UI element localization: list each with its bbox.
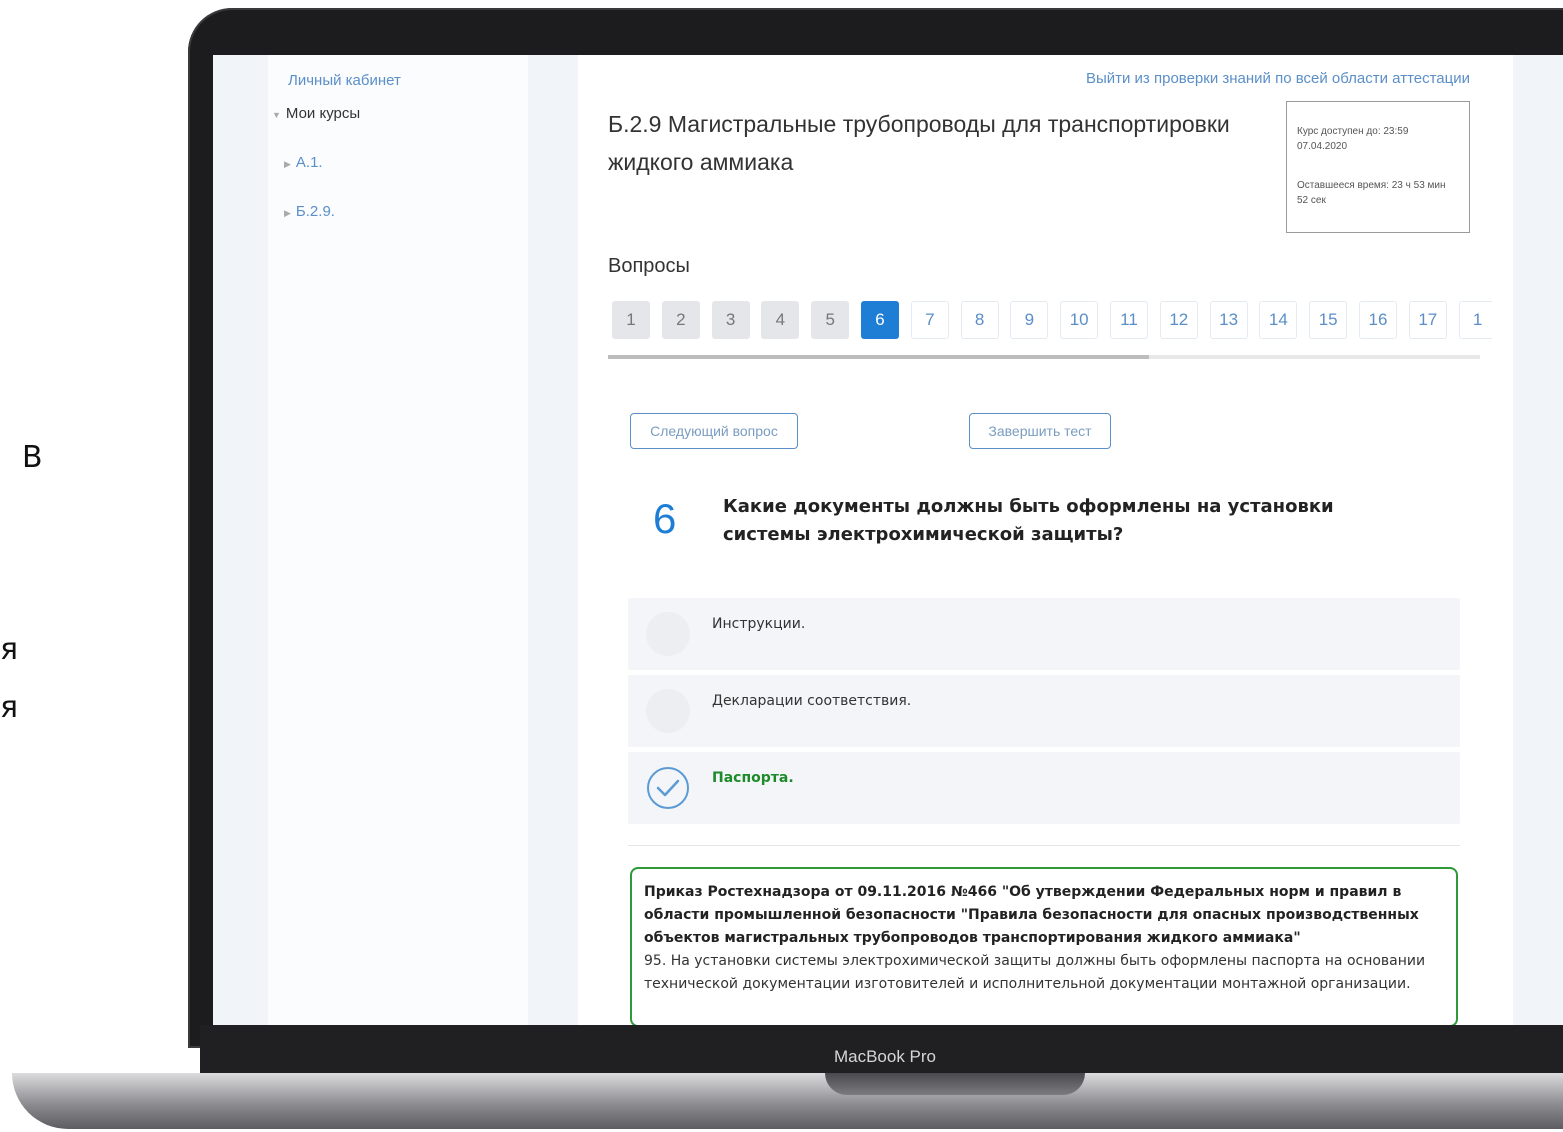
question-nav-button[interactable]: 13 — [1209, 301, 1248, 339]
divider — [628, 845, 1460, 846]
side-fragment-1: В — [22, 440, 43, 475]
laptop-notch — [825, 1073, 1085, 1095]
answer-option[interactable]: Инструкции. — [628, 598, 1460, 670]
caret-down-icon: ▼ — [272, 110, 281, 120]
side-fragment-3: я — [0, 690, 19, 725]
question-nav-button[interactable]: 16 — [1359, 301, 1397, 339]
sidebar-course-label: А.1. — [295, 154, 323, 171]
laptop-base — [12, 1073, 1563, 1129]
my-courses-label: Мои курсы — [285, 105, 361, 122]
question-nav-button[interactable]: 6 — [861, 301, 899, 339]
laptop-screen: Личный кабинет ▼ Мои курсы ▶ А.1. ▶ Б.2.9. … — [213, 55, 1563, 1025]
question-nav-button[interactable]: 4 — [761, 301, 800, 339]
sidebar-course-b29[interactable]: ▶ Б.2.9. — [284, 203, 335, 220]
main-panel: Выйти из проверки знаний по всей области… — [578, 55, 1513, 1025]
time-left: Оставшееся время: 23 ч 53 мин 52 сек — [1297, 180, 1446, 206]
question-progress-fill — [608, 355, 1149, 359]
question-nav-button[interactable]: 5 — [811, 301, 850, 339]
answer-option[interactable]: Декларации соответствия. — [628, 675, 1460, 747]
reference-body: 95. На установки системы электрохимическ… — [644, 953, 1426, 992]
laptop-chin: MacBook Pro — [200, 1025, 1563, 1075]
device-label: MacBook Pro — [833, 1047, 937, 1066]
answer-option-correct[interactable]: Паспорта. — [628, 752, 1460, 824]
side-fragment-2: я — [0, 632, 19, 667]
caret-right-icon: ▶ — [284, 159, 291, 169]
radio-circle-icon — [646, 689, 690, 733]
check-circle-icon — [647, 767, 689, 809]
question-text: Какие документы должны быть оформлены на… — [723, 496, 1334, 545]
question-nav-button[interactable]: 3 — [711, 301, 750, 339]
question-nav-button[interactable]: 10 — [1060, 301, 1099, 339]
answer-text: Паспорта. — [712, 770, 794, 786]
available-until: Курс доступен до: 23:59 07.04.2020 — [1297, 126, 1409, 152]
question-nav-button[interactable]: 1 — [612, 301, 650, 339]
course-title: Б.2.9 Магистральные трубопроводы для тра… — [608, 111, 1230, 175]
question-number: 6 — [653, 495, 677, 542]
timer-box: Курс доступен до: 23:59 07.04.2020 Остав… — [1286, 101, 1470, 233]
radio-circle-icon — [646, 612, 690, 656]
sidebar-course-a1[interactable]: ▶ А.1. — [284, 154, 323, 171]
question-nav-button[interactable]: 2 — [661, 301, 700, 339]
my-courses-toggle[interactable]: ▼ Мои курсы — [272, 105, 360, 122]
reference-title: Приказ Ростехнадзора от 09.11.2016 №466 … — [644, 884, 1419, 946]
question-nav-button[interactable]: 17 — [1408, 301, 1447, 339]
sidebar: Личный кабинет ▼ Мои курсы ▶ А.1. ▶ Б.2.9. — [268, 55, 528, 1025]
finish-test-button[interactable]: Завершить тест — [969, 413, 1111, 449]
question-nav-button[interactable]: 1 — [1458, 301, 1492, 339]
question-nav-button[interactable]: 9 — [1010, 301, 1049, 339]
answer-text: Декларации соответствия. — [712, 693, 912, 709]
question-navigator: 1 2 3 4 5 6 7 8 9 10 11 12 13 14 15 16 17 1 — [612, 301, 1492, 341]
question-nav-button[interactable]: 12 — [1159, 301, 1198, 339]
question-nav-button[interactable]: 7 — [910, 301, 949, 339]
question-nav-button[interactable]: 11 — [1110, 301, 1148, 339]
questions-title: Вопросы — [608, 255, 690, 277]
question-progress-bar — [608, 355, 1480, 359]
question-nav-button[interactable]: 8 — [960, 301, 999, 339]
question-nav-button[interactable]: 15 — [1309, 301, 1348, 339]
reference-box: Приказ Ростехнадзора от 09.11.2016 №466 … — [630, 867, 1458, 1025]
next-question-button[interactable]: Следующий вопрос — [630, 413, 798, 449]
exit-attestation-link[interactable]: Выйти из проверки знаний по всей области… — [1086, 70, 1470, 87]
question-nav-button[interactable]: 14 — [1259, 301, 1298, 339]
answer-text: Инструкции. — [712, 616, 806, 632]
caret-right-icon: ▶ — [284, 208, 291, 218]
sidebar-course-label: Б.2.9. — [295, 203, 335, 220]
account-link[interactable]: Личный кабинет — [288, 72, 401, 89]
